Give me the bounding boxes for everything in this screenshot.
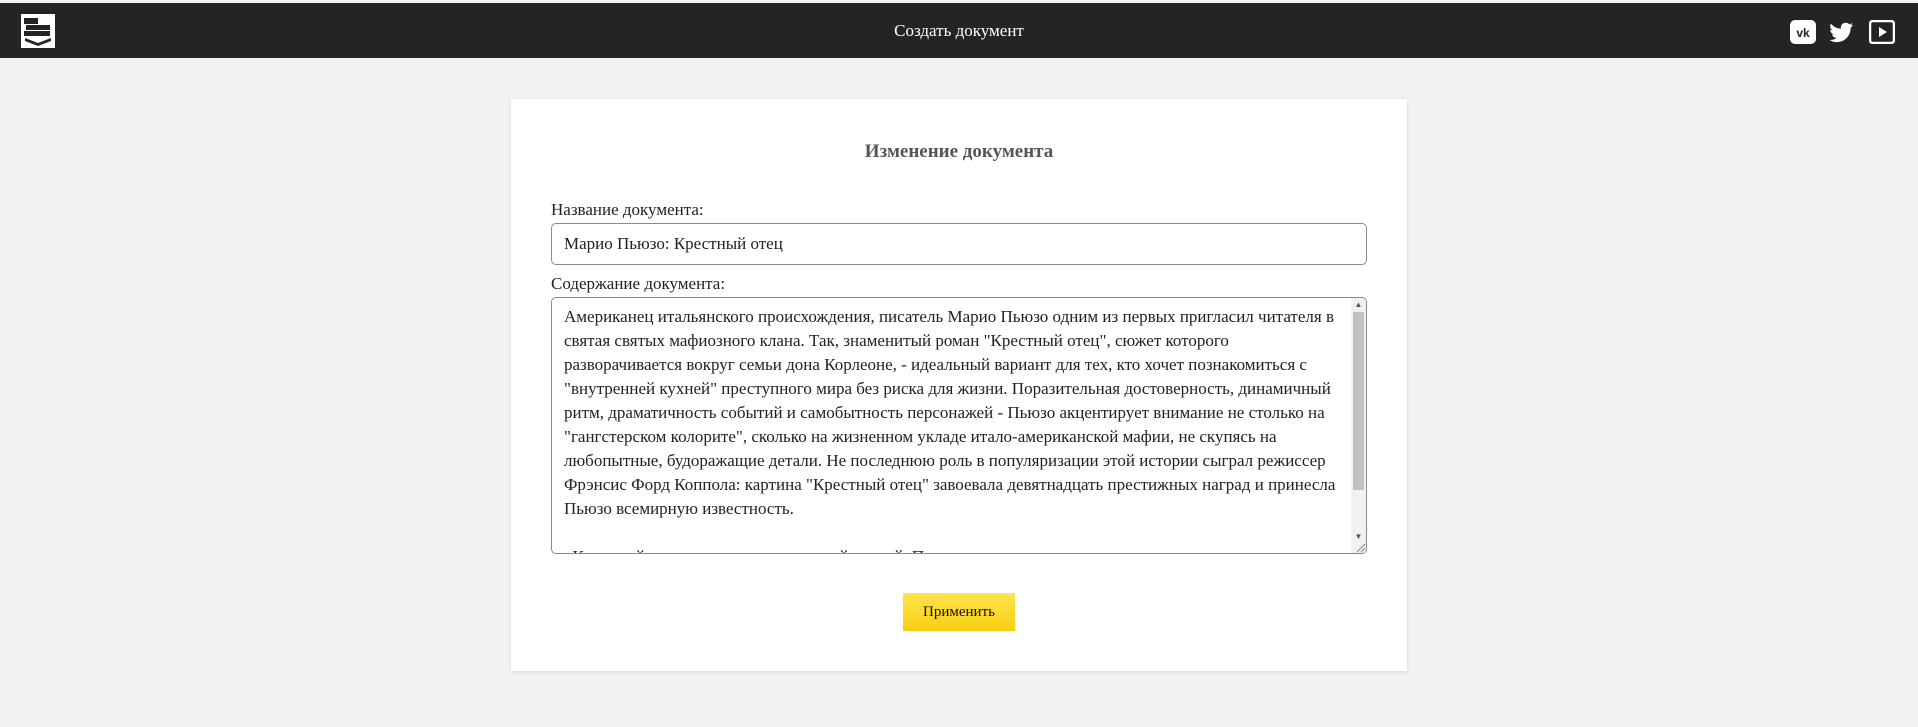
document-name-label: Название документа: (551, 200, 704, 219)
youtube-icon[interactable] (1869, 20, 1895, 44)
resize-grip-icon[interactable] (1354, 541, 1366, 553)
textarea-scrollbar[interactable]: ▲ ▼ (1351, 298, 1366, 553)
edit-document-card: Изменение документа Название документа: … (511, 99, 1407, 671)
document-content-textarea[interactable]: Американец итальянского происхождения, п… (551, 297, 1367, 554)
document-content-label: Содержание документа: (551, 274, 726, 293)
scroll-up-arrow-icon[interactable]: ▲ (1351, 298, 1366, 311)
page-title: Создать документ (894, 21, 1024, 40)
svg-text:vk: vk (1796, 26, 1810, 40)
document-content-text[interactable]: Американец итальянского происхождения, п… (564, 305, 1349, 553)
vk-icon[interactable]: vk (1790, 20, 1816, 44)
scrollbar-thumb[interactable] (1353, 312, 1364, 490)
twitter-icon[interactable] (1829, 20, 1855, 44)
document-name-input[interactable]: Марио Пьюзо: Крестный отец (551, 223, 1367, 265)
form-heading: Изменение документа (864, 141, 1054, 162)
top-navbar: Создать документ vk (0, 3, 1918, 58)
apply-button[interactable]: Применить (903, 593, 1015, 631)
